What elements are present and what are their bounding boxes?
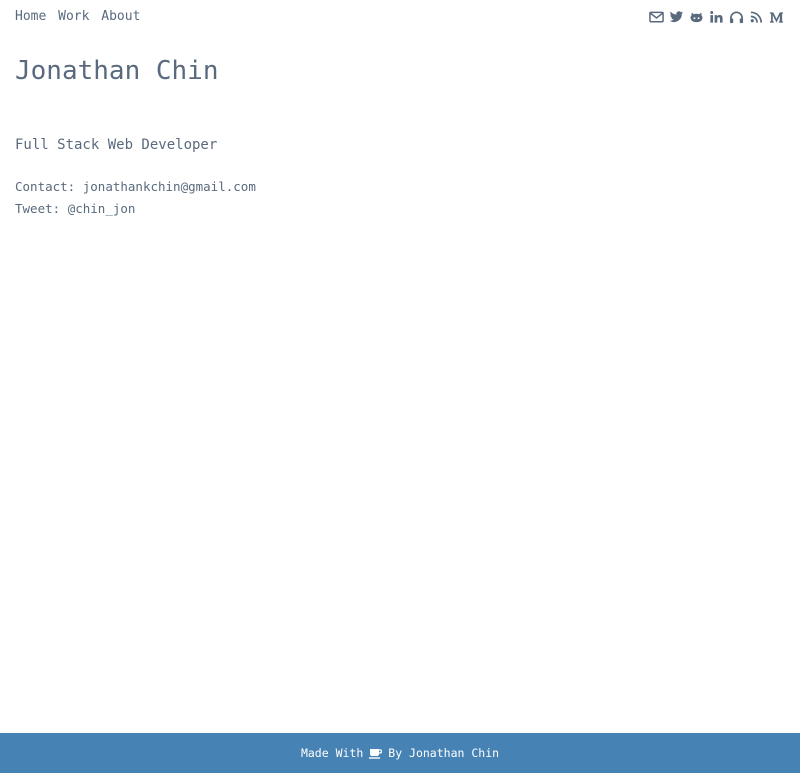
footer: Made With By Jonathan Chin: [0, 733, 800, 773]
nav-link-work[interactable]: Work: [58, 9, 89, 24]
headphones-icon[interactable]: [729, 10, 744, 24]
page-title: Jonathan Chin: [15, 56, 219, 86]
email-link[interactable]: jonathankchin@gmail.com: [83, 179, 256, 194]
coffee-icon: [369, 748, 383, 759]
nav-link-about[interactable]: About: [101, 9, 140, 24]
social-links: [649, 10, 784, 24]
contact-label: Contact:: [15, 179, 76, 194]
medium-icon[interactable]: [769, 10, 784, 24]
github-icon[interactable]: [689, 10, 704, 24]
twitter-handle-link[interactable]: @chin_jon: [68, 201, 136, 216]
top-nav: Home Work About: [15, 9, 144, 25]
envelope-icon[interactable]: [649, 10, 664, 24]
job-title: Full Stack Web Developer: [15, 137, 218, 153]
footer-made-with: Made With: [300, 746, 364, 760]
contact-line: Contact: jonathankchin@gmail.com: [15, 176, 256, 198]
tweet-label: Tweet:: [15, 201, 61, 216]
footer-by-author: By Jonathan Chin: [388, 746, 500, 760]
nav-link-home[interactable]: Home: [15, 9, 46, 24]
twitter-icon[interactable]: [669, 10, 684, 24]
tweet-line: Tweet: @chin_jon: [15, 198, 256, 220]
rss-icon[interactable]: [749, 10, 764, 24]
linkedin-icon[interactable]: [709, 10, 724, 24]
contact-block: Contact: jonathankchin@gmail.com Tweet: …: [15, 176, 256, 220]
